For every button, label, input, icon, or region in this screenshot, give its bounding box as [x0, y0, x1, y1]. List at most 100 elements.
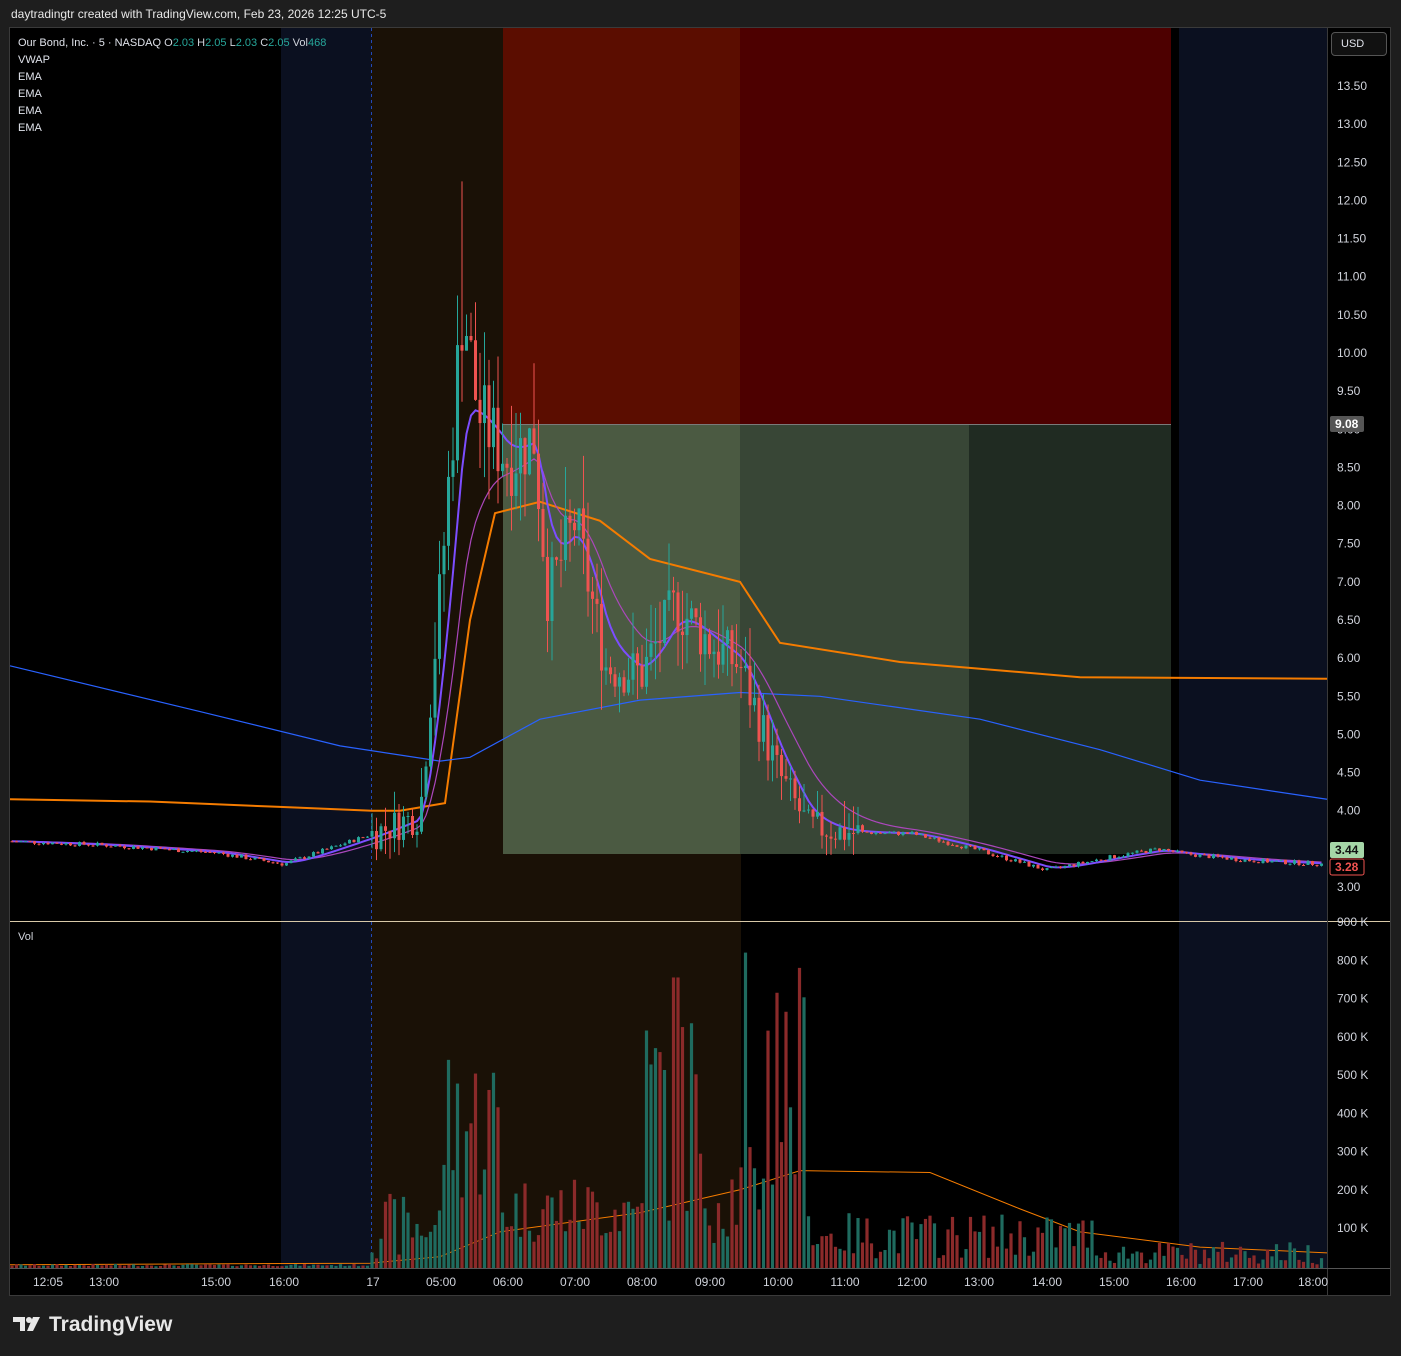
- candle-body: [73, 845, 77, 847]
- indicator-vwap[interactable]: VWAP: [18, 52, 326, 69]
- volume-bar: [226, 1263, 230, 1268]
- candle-body: [843, 827, 846, 840]
- volume-bar: [190, 1264, 194, 1268]
- candle-body: [937, 837, 941, 842]
- volume-bar: [896, 1253, 901, 1268]
- volume-bar: [919, 1224, 923, 1268]
- candle-body: [483, 385, 486, 424]
- volume-bar: [424, 1237, 428, 1268]
- volume-pane-label[interactable]: Vol: [18, 931, 33, 943]
- volume-bar: [784, 1011, 788, 1268]
- volume-bar: [550, 1197, 554, 1268]
- volume-bar: [712, 1242, 716, 1268]
- price-chart[interactable]: 13.50 13.00 12.50 12.00 11.50 11.00 10.50 10.00…: [0, 0, 1401, 1356]
- candle-body: [177, 848, 180, 853]
- volume-bar: [1085, 1247, 1090, 1268]
- candle-body: [1036, 864, 1040, 869]
- candle-body: [487, 385, 491, 448]
- candle-body: [294, 858, 297, 861]
- volume-bar: [563, 1231, 568, 1268]
- volume-bar: [1148, 1259, 1153, 1268]
- volume-bar: [1234, 1254, 1238, 1268]
- price-axis[interactable]: 13.50 13.00 12.50 12.00 11.50 11.00 10.50 10.00…: [1329, 79, 1367, 894]
- candle-body: [1050, 867, 1053, 869]
- candle-body: [658, 641, 662, 643]
- candle-body: [924, 834, 927, 838]
- candle-body: [1293, 860, 1296, 864]
- indicator-ema-4[interactable]: EMA: [18, 120, 326, 137]
- candle-body: [69, 843, 72, 846]
- price-tick-label: 11.50: [1337, 232, 1366, 246]
- candle-body: [285, 863, 288, 866]
- volume-bar: [1090, 1220, 1094, 1268]
- volume-bar: [1319, 1258, 1324, 1268]
- tradingview-logo[interactable]: TradingView: [11, 1313, 172, 1337]
- time-axis[interactable]: 12:05 13:00 15:00 16:00 17 05:00 06:00 07:00 08:…: [33, 1275, 1328, 1289]
- candle-body: [505, 463, 509, 468]
- volume-bar: [955, 1235, 959, 1268]
- candle-body: [586, 538, 590, 592]
- indicator-ema-1[interactable]: EMA: [18, 69, 326, 86]
- volume-bar: [82, 1265, 86, 1268]
- candle-body: [1018, 859, 1022, 863]
- volume-bar: [833, 1246, 838, 1268]
- volume-bar: [428, 1231, 433, 1268]
- volume-bar: [901, 1218, 905, 1268]
- candle-body: [1108, 855, 1112, 861]
- last-price-tag-down: 3.28: [1335, 860, 1359, 874]
- candle-body: [816, 811, 819, 817]
- volume-bar: [770, 1184, 775, 1268]
- candle-body: [24, 841, 27, 843]
- candle-body: [834, 838, 837, 840]
- candle-body: [168, 849, 171, 851]
- candle-body: [312, 852, 315, 857]
- candle-body: [1302, 864, 1305, 866]
- candle-body: [366, 836, 369, 838]
- candle-body: [1230, 857, 1233, 860]
- time-tick-label: 08:00: [627, 1275, 657, 1289]
- volume-bar: [239, 1265, 244, 1268]
- volume-bar: [878, 1251, 883, 1268]
- candle-body: [672, 590, 675, 593]
- volume-bar: [1004, 1248, 1009, 1268]
- candle-body: [1248, 859, 1251, 862]
- volume-bar: [964, 1249, 968, 1268]
- candle-body: [726, 630, 729, 645]
- volume-bar: [806, 1216, 811, 1268]
- candle-body: [1189, 852, 1193, 855]
- volume-bar: [172, 1265, 176, 1268]
- volume-bar: [1247, 1257, 1252, 1268]
- candle-body: [766, 715, 770, 761]
- candle-body: [807, 809, 810, 811]
- volume-bar: [1238, 1246, 1243, 1268]
- close-value: 2.05: [268, 37, 290, 49]
- volume-bar: [617, 1231, 622, 1268]
- candle-body: [123, 846, 126, 849]
- volume-bar: [1081, 1220, 1085, 1268]
- indicator-ema-3[interactable]: EMA: [18, 103, 326, 120]
- symbol-title[interactable]: Our Bond, Inc. · 5 · NASDAQ: [18, 37, 161, 49]
- volume-bar: [109, 1265, 113, 1268]
- candle-body: [735, 664, 738, 667]
- volume-bar: [1265, 1249, 1270, 1268]
- time-tick-label: 18:00: [1298, 1275, 1328, 1289]
- currency-button[interactable]: USD: [1331, 32, 1387, 56]
- volume-bar: [23, 1265, 28, 1268]
- candle-body: [1140, 850, 1143, 852]
- candle-body: [352, 839, 356, 843]
- volume-bar: [1166, 1243, 1171, 1268]
- volume-bar: [581, 1228, 586, 1268]
- time-tick-label: 06:00: [493, 1275, 523, 1289]
- candle-body: [730, 630, 734, 665]
- volume-bar: [716, 1203, 721, 1268]
- candle-body: [888, 832, 891, 834]
- indicator-ema-2[interactable]: EMA: [18, 86, 326, 103]
- volume-bar: [1310, 1262, 1315, 1268]
- time-tick-label: 17: [366, 1275, 380, 1289]
- candle-body: [622, 677, 626, 693]
- candle-body: [114, 845, 117, 847]
- volume-bar: [1184, 1258, 1189, 1268]
- candle-body: [591, 591, 594, 599]
- position-zones[interactable]: [503, 28, 1171, 854]
- volume-bar: [707, 1225, 712, 1268]
